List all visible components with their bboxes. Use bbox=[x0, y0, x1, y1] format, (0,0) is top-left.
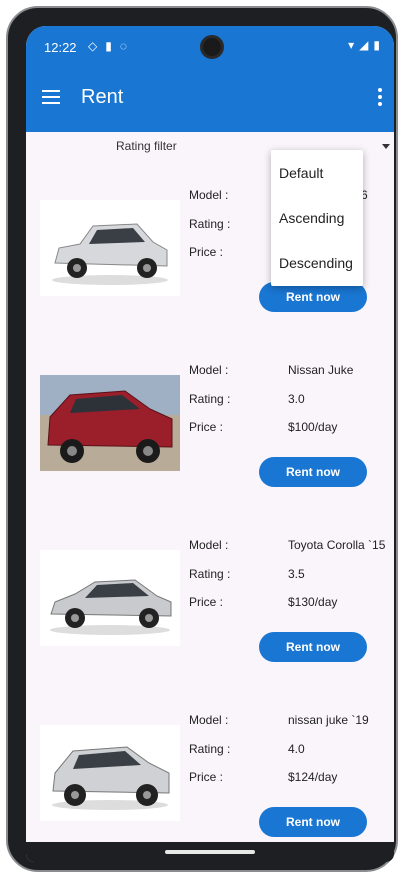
price-label: Price : bbox=[189, 245, 224, 259]
rating-label: Rating : bbox=[189, 567, 231, 581]
model-label: Model : bbox=[189, 363, 229, 377]
rating-value: 4.0 bbox=[288, 742, 305, 756]
car-image bbox=[40, 375, 180, 471]
car-image bbox=[40, 200, 180, 296]
rating-value: 3.0 bbox=[288, 392, 305, 406]
menu-item-descending[interactable]: Descending bbox=[279, 255, 353, 271]
rent-now-button[interactable]: Rent now bbox=[259, 807, 367, 837]
price-value: $124/day bbox=[288, 770, 338, 784]
sync-icon: ◌ bbox=[119, 39, 127, 53]
navigation-bar bbox=[26, 842, 394, 862]
car-image-icon bbox=[52, 746, 170, 810]
vpn-icon: ◇ bbox=[88, 39, 98, 53]
app-title: Rent bbox=[81, 86, 124, 108]
model-label: Model : bbox=[189, 713, 229, 727]
battery-icon: ▮ bbox=[373, 38, 380, 52]
rent-now-button[interactable]: Rent now bbox=[259, 457, 367, 487]
wifi-icon: ▾ bbox=[348, 38, 355, 52]
screen: 12:22 ◇ ▮ ◌ ▾ ◢ ▮ Rent Rating filter Mod… bbox=[26, 26, 394, 862]
rent-now-button[interactable]: Rent now bbox=[259, 282, 367, 312]
phone-frame: 12:22 ◇ ▮ ◌ ▾ ◢ ▮ Rent Rating filter Mod… bbox=[6, 6, 398, 872]
model-value: Nissan Juke bbox=[288, 363, 354, 377]
menu-item-default[interactable]: Default bbox=[279, 165, 323, 181]
car-card: Model : Toyota Corolla `15 Rating : 3.5 … bbox=[26, 520, 394, 695]
model-label: Model : bbox=[189, 188, 229, 202]
rating-label: Rating : bbox=[189, 392, 231, 406]
home-gesture-handle[interactable] bbox=[165, 850, 255, 854]
signal-icon: ◢ bbox=[359, 38, 369, 52]
car-image-icon bbox=[50, 579, 172, 635]
rating-filter-menu: Default Ascending Descending bbox=[271, 150, 363, 286]
price-label: Price : bbox=[189, 595, 224, 609]
model-value: Toyota Corolla `15 bbox=[288, 538, 386, 552]
car-image bbox=[40, 550, 180, 646]
sim-icon: ▮ bbox=[105, 39, 112, 53]
rating-value: 3.5 bbox=[288, 567, 305, 581]
price-label: Price : bbox=[189, 770, 224, 784]
overflow-menu-icon[interactable] bbox=[378, 88, 382, 109]
menu-icon[interactable] bbox=[42, 90, 60, 104]
app-bar: Rent bbox=[26, 66, 394, 132]
car-card: Model : nissan juke `19 Rating : 4.0 Pri… bbox=[26, 695, 394, 862]
rating-label: Rating : bbox=[189, 742, 231, 756]
rating-filter-label[interactable]: Rating filter bbox=[116, 139, 177, 153]
status-bar: 12:22 ◇ ▮ ◌ ▾ ◢ ▮ bbox=[26, 26, 394, 66]
filter-dropdown-icon[interactable] bbox=[382, 144, 390, 149]
price-value: $130/day bbox=[288, 595, 338, 609]
menu-item-ascending[interactable]: Ascending bbox=[279, 210, 344, 226]
car-image bbox=[40, 725, 180, 821]
price-label: Price : bbox=[189, 420, 224, 434]
rating-label: Rating : bbox=[189, 217, 231, 231]
price-value: $100/day bbox=[288, 420, 338, 434]
model-value: nissan juke `19 bbox=[288, 713, 369, 727]
camera-cutout bbox=[200, 35, 224, 59]
rent-now-button[interactable]: Rent now bbox=[259, 632, 367, 662]
car-image-icon bbox=[40, 375, 180, 471]
car-card: Model : Nissan Juke Rating : 3.0 Price :… bbox=[26, 345, 394, 520]
status-time: 12:22 bbox=[44, 40, 77, 55]
model-label: Model : bbox=[189, 538, 229, 552]
car-image-icon bbox=[52, 223, 168, 285]
